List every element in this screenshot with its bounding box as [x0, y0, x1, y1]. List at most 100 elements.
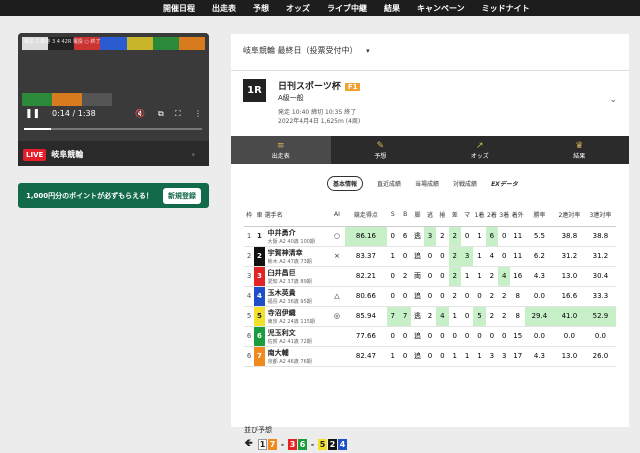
day-select[interactable]: 岐阜競輪 最終日（投票受付中） ▾ — [243, 45, 370, 56]
table-row[interactable]: 4 4 玉木英貴 福島 A2 36歳 95期 △ 80.66 0 0 追 0 0 2 0 0 2 2 8 0.0 1… — [244, 286, 616, 307]
race-panel: 岐阜競輪 最終日（投票受付中） ▾ 1R 日刊スポーツ杯 F1 A級一般 発走 1… — [231, 34, 629, 450]
column-header: 1着 — [473, 203, 486, 227]
stat-b: 2 — [398, 266, 412, 287]
chevron-down-icon[interactable]: ⌄ — [609, 95, 617, 105]
tab-entries[interactable]: ≡ 出走表 — [231, 136, 331, 164]
rider-profile: 福島 A2 36歳 95期 — [267, 298, 312, 305]
tab-label: 予想 — [374, 152, 387, 160]
pip-icon[interactable]: ⧉ — [158, 109, 164, 119]
column-header: マ — [460, 203, 474, 227]
rider-name[interactable]: 宇賀神清幸 — [268, 248, 329, 258]
line-prediction: 🡸 17-36-524 — [244, 438, 347, 450]
race-tabs: ≡ 出走表 ✎ 予想 ↗ オッズ ♛ 結果 — [231, 136, 629, 164]
line-car-number: 1 — [258, 439, 267, 450]
rider-name-cell[interactable]: 臼井昌巨 愛知 A2 37歳 89期 — [264, 266, 329, 287]
car-number: 6 — [254, 326, 265, 347]
stat-sashi: 1 — [448, 346, 461, 367]
tab-prediction[interactable]: ✎ 予想 — [331, 136, 431, 164]
table-row[interactable]: 2 2 宇賀神清幸 栃木 A2 47歳 73期 × 83.37 1 0 追 0 0 2 3 1 4 0 11 6.… — [244, 246, 616, 267]
stat-r2: 13.0 — [553, 266, 585, 287]
column-header: 2着 — [485, 203, 499, 227]
stat-leg: 逃 — [411, 226, 424, 247]
nav-midnight[interactable]: ミッドナイト — [482, 3, 530, 14]
stat-c3: 0 — [498, 226, 511, 247]
stat-c1: 0 — [473, 326, 486, 347]
stat-win: 5.5 — [524, 226, 554, 247]
column-header: 3着 — [498, 203, 511, 227]
video-progress-fill — [24, 128, 51, 130]
tab-odds[interactable]: ↗ オッズ — [430, 136, 530, 164]
car-number: 3 — [254, 266, 265, 287]
column-header: 2連対率 — [553, 203, 585, 227]
subtab-h2h[interactable]: 対戦成績 — [453, 179, 477, 188]
race-title-text: 日刊スポーツ杯 — [278, 82, 341, 92]
fullscreen-icon[interactable]: ⛶ — [175, 109, 181, 119]
mute-icon[interactable]: 🔇 — [135, 109, 145, 118]
tab-results[interactable]: ♛ 結果 — [530, 136, 630, 164]
nav-entries[interactable]: 出走表 — [212, 3, 236, 14]
stat-c3: 3 — [498, 346, 511, 367]
nav-schedule[interactable]: 開催日程 — [163, 3, 195, 14]
stat-c3: 0 — [498, 326, 511, 347]
table-row[interactable]: 6 7 南大輔 京都 A2 46歳 76期 82.47 1 0 追 0 0 1 1 1 3 3 17 4.3 13… — [244, 346, 616, 367]
rider-name[interactable]: 児玉利文 — [268, 328, 329, 338]
stat-ma: 1 — [460, 346, 474, 367]
rider-name-cell[interactable]: 児玉利文 佐賀 A2 41歳 72期 — [264, 326, 329, 347]
nav-campaign[interactable]: キャンペーン — [417, 3, 465, 14]
rider-name-cell[interactable]: 中井勇介 大阪 A2 40歳 100期 — [264, 226, 329, 247]
register-button[interactable]: 新規登録 — [163, 187, 201, 204]
subtab-exdata[interactable]: EXデータ — [491, 179, 518, 188]
stat-makuri: 0 — [436, 346, 449, 367]
stat-score: 83.37 — [345, 246, 387, 267]
stat-sashi: 2 — [448, 246, 461, 267]
table-row[interactable]: 5 5 寺沼伊織 東京 A2 24歳 115期 ◎ 85.94 7 7 逃 2 4 1 0 5 2 2 8 29.… — [244, 306, 616, 327]
column-header: 勝率 — [524, 203, 554, 227]
live-badge: LIVE — [23, 148, 47, 161]
frame-number: 5 — [244, 306, 255, 327]
race-number: 1R — [243, 79, 266, 102]
table-row[interactable]: 6 6 児玉利文 佐賀 A2 41歳 72期 77.66 0 0 追 0 0 0 0 0 0 0 15 0.0 0… — [244, 326, 616, 347]
subtab-recent[interactable]: 直近成績 — [377, 179, 401, 188]
race-title: 日刊スポーツ杯 F1 — [278, 79, 361, 92]
rider-name-cell[interactable]: 玉木英貴 福島 A2 36歳 95期 — [264, 286, 329, 307]
rider-name[interactable]: 玉木英貴 — [268, 288, 329, 298]
rider-name[interactable]: 臼井昌巨 — [268, 268, 329, 278]
rider-profile: 東京 A2 24歳 115期 — [267, 318, 315, 325]
nav-results[interactable]: 結果 — [384, 3, 400, 14]
column-header: 脚 — [411, 203, 424, 227]
car-number: 2 — [254, 246, 265, 267]
rider-name-cell[interactable]: 寺沼伊織 東京 A2 24歳 115期 — [264, 306, 329, 327]
rider-name-cell[interactable]: 南大輔 京都 A2 46歳 76期 — [264, 346, 329, 367]
nav-odds[interactable]: オッズ — [286, 3, 310, 14]
ai-mark — [328, 266, 346, 287]
stat-c1: 1 — [473, 346, 486, 367]
subtab-basic[interactable]: 基本情報 — [327, 176, 364, 191]
stat-c1: 0 — [473, 286, 486, 307]
rider-name[interactable]: 南大輔 — [268, 348, 329, 358]
subtab-venue[interactable]: 当場成績 — [415, 179, 439, 188]
rider-name[interactable]: 中井勇介 — [268, 228, 329, 238]
column-header: S — [386, 203, 399, 227]
stat-out: 11 — [510, 226, 525, 247]
chevron-down-icon[interactable]: ▾ — [191, 151, 195, 159]
stat-b: 0 — [398, 346, 412, 367]
column-header: 逃 — [423, 203, 437, 227]
more-icon[interactable]: ⋮ — [194, 109, 202, 118]
stat-ma: 1 — [460, 266, 474, 287]
nav-prediction[interactable]: 予想 — [253, 3, 269, 14]
column-header: AI — [328, 203, 346, 227]
ai-mark: × — [328, 246, 346, 267]
table-row[interactable]: 1 1 中井勇介 大阪 A2 40歳 100期 ○ 86.16 0 6 逃 3 2 2 0 1 6 0 11 5.… — [244, 226, 616, 247]
race-class: A級一般 — [278, 94, 304, 102]
nav-live[interactable]: ライブ中継 — [327, 3, 367, 14]
rider-name-cell[interactable]: 宇賀神清幸 栃木 A2 47歳 73期 — [264, 246, 329, 267]
stat-c1: 1 — [473, 246, 486, 267]
stat-out: 16 — [510, 266, 525, 287]
stat-r2: 41.0 — [553, 306, 585, 327]
play-icon[interactable]: ❚❚ — [25, 109, 40, 119]
table-row[interactable]: 3 3 臼井昌巨 愛知 A2 37歳 89期 82.21 0 2 両 0 0 2 1 1 2 4 16 4.3 1… — [244, 266, 616, 287]
column-header: 車 — [254, 203, 265, 227]
video-progress[interactable] — [24, 128, 202, 130]
rider-name[interactable]: 寺沼伊織 — [268, 308, 329, 318]
stat-sashi: 2 — [448, 226, 461, 247]
